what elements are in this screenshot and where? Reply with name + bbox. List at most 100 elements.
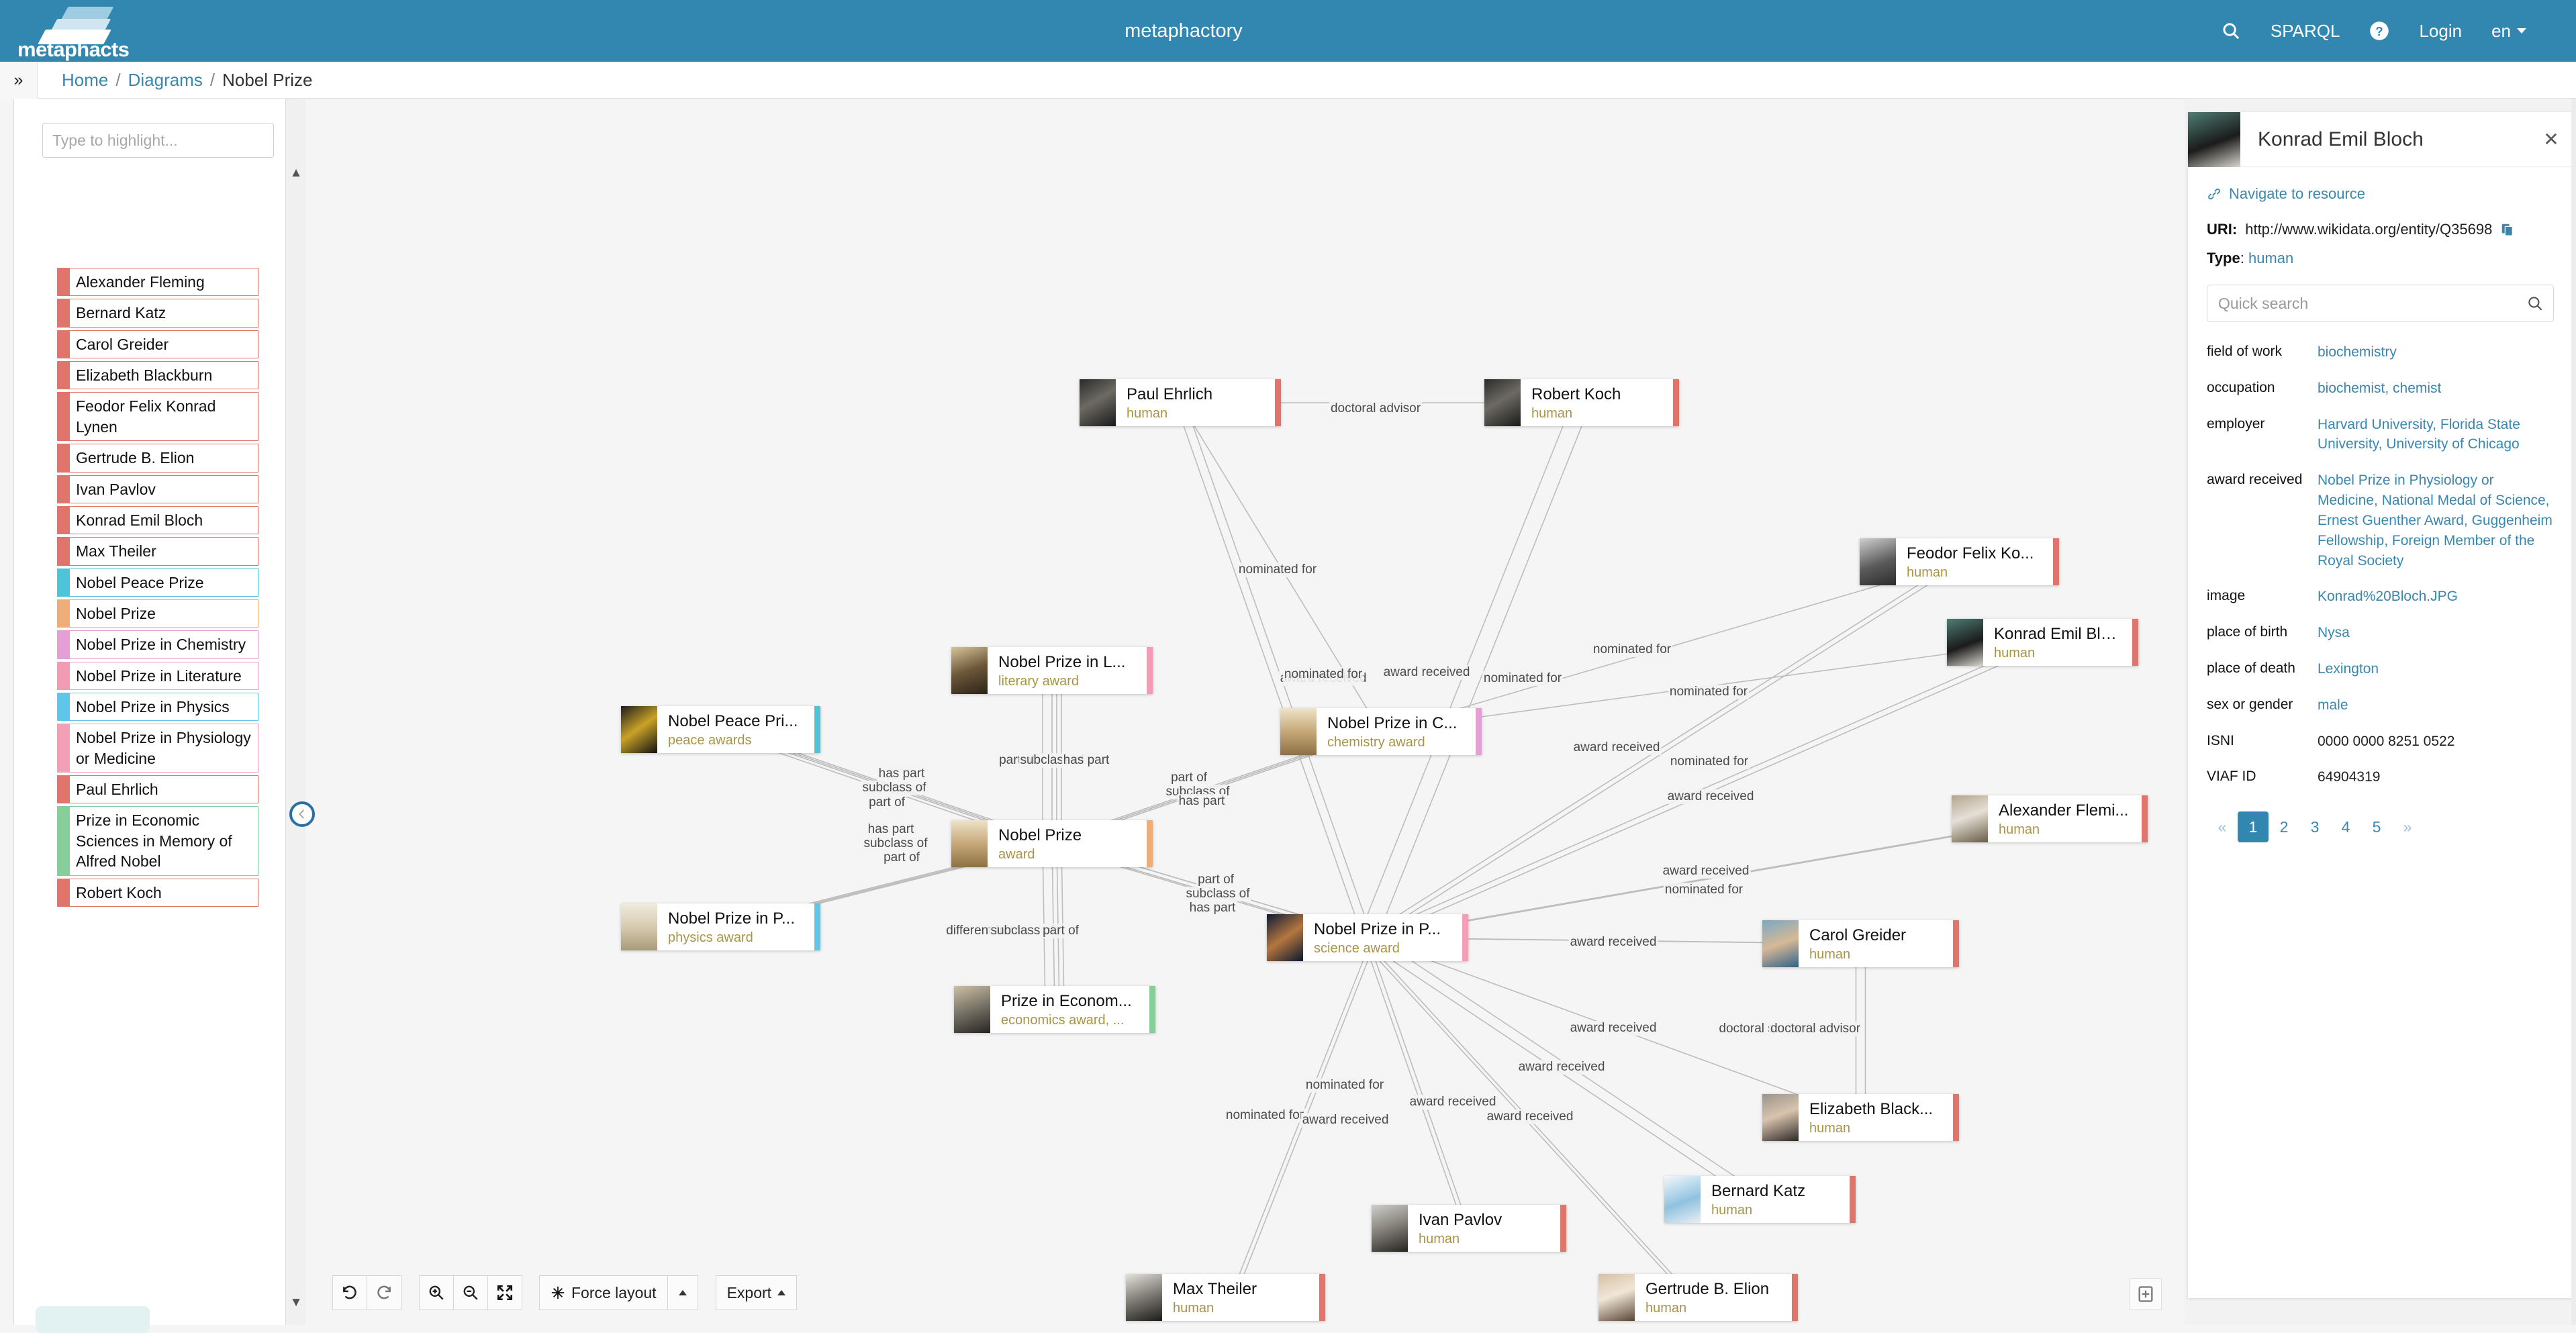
graph-node[interactable]: Ivan Pavlov human xyxy=(1372,1205,1566,1252)
pagination-page-4[interactable]: 4 xyxy=(2330,811,2361,842)
zoom-out-icon[interactable] xyxy=(453,1275,488,1310)
collapse-panel-handle[interactable] xyxy=(289,801,315,827)
graph-node[interactable]: Bernard Katz human xyxy=(1664,1176,1856,1223)
zoom-in-icon[interactable] xyxy=(419,1275,454,1310)
property-value[interactable]: biochemistry xyxy=(2318,342,2554,362)
help-icon[interactable]: ? xyxy=(2354,0,2404,62)
layout-dropdown-toggle[interactable] xyxy=(667,1275,698,1310)
graph-node[interactable]: Elizabeth Black... human xyxy=(1762,1094,1959,1141)
sparql-link[interactable]: SPARQL xyxy=(2256,0,2355,62)
legend-item[interactable]: Konrad Emil Bloch xyxy=(57,505,258,535)
pagination: «1 2 3 4 5» xyxy=(2207,811,2554,856)
navigate-to-resource-link[interactable]: Navigate to resource xyxy=(2207,185,2554,203)
legend-item[interactable]: Nobel Prize in Literature xyxy=(57,661,258,691)
pagination-page-1[interactable]: 1 xyxy=(2238,811,2269,843)
breadcrumb-home[interactable]: Home xyxy=(62,70,108,91)
graph-node[interactable]: Feodor Felix Ko... human xyxy=(1860,538,2059,585)
legend-item[interactable]: Paul Ehrlich xyxy=(57,775,258,804)
graph-node[interactable]: Prize in Econom... economics award, ... xyxy=(954,986,1155,1033)
expand-icon[interactable] xyxy=(487,1275,522,1310)
legend-item[interactable]: Nobel Prize xyxy=(57,599,258,628)
legend-item[interactable]: Feodor Felix Konrad Lynen xyxy=(57,392,258,442)
property-row: occupation biochemist, chemist xyxy=(2207,379,2554,399)
pagination-page-3[interactable]: 3 xyxy=(2299,811,2330,842)
export-button[interactable]: Export xyxy=(715,1275,798,1310)
legend-item-label: Nobel Prize in Physics xyxy=(70,693,258,722)
pagination-page-5[interactable]: 5 xyxy=(2361,811,2392,842)
legend-item[interactable]: Ivan Pavlov xyxy=(57,475,258,503)
force-layout-button[interactable]: Force layout xyxy=(539,1275,668,1310)
legend-item[interactable]: Elizabeth Blackburn xyxy=(57,361,258,390)
graph-node[interactable]: Nobel Prize in P... science award xyxy=(1267,914,1468,961)
property-value[interactable]: Harvard University, Florida State Univer… xyxy=(2318,415,2554,455)
edge-label: award received xyxy=(1300,1113,1390,1128)
fit-to-screen-icon[interactable] xyxy=(2130,1278,2162,1310)
scroll-up-icon[interactable]: ▲ xyxy=(286,163,306,183)
property-value[interactable]: Nysa xyxy=(2318,623,2554,643)
history-group xyxy=(332,1275,401,1310)
brand-logo[interactable]: metaphacts xyxy=(0,0,161,62)
legend-item[interactable]: Carol Greider xyxy=(57,330,258,359)
pagination-page-2[interactable]: 2 xyxy=(2269,811,2299,842)
pagination-next[interactable]: » xyxy=(2392,811,2423,842)
language-selector[interactable]: en xyxy=(2477,0,2541,62)
graph-node[interactable]: Nobel Peace Pri... peace awards xyxy=(621,706,820,753)
node-label: Ivan Pavlov xyxy=(1419,1211,1502,1228)
legend-item[interactable]: Prize in Economic Sciences in Memory of … xyxy=(57,806,258,876)
node-type: human xyxy=(1173,1301,1214,1316)
legend-item[interactable]: Nobel Peace Prize xyxy=(57,568,258,597)
legend-item[interactable]: Nobel Prize in Physiology or Medicine xyxy=(57,724,258,773)
graph-node[interactable]: Nobel Prize in L... literary award xyxy=(951,647,1153,694)
breadcrumb-diagrams[interactable]: Diagrams xyxy=(128,70,203,91)
search-icon[interactable] xyxy=(2206,0,2256,62)
graph-node[interactable]: Alexander Flemi... human xyxy=(1952,795,2148,842)
graph-node[interactable]: Konrad Emil Blo... human xyxy=(1947,619,2138,666)
diagram-surface[interactable]: Paul Ehrlich human Robert Koch human Feodor … xyxy=(305,99,2185,1325)
edge-label: part of xyxy=(1041,924,1080,938)
sidebar-toggle-button[interactable]: » xyxy=(0,61,38,99)
node-label: Alexander Flemi... xyxy=(1999,801,2129,819)
close-icon[interactable]: ✕ xyxy=(2530,128,2573,150)
panel-scrollbar[interactable] xyxy=(2571,99,2576,1325)
property-value[interactable]: Lexington xyxy=(2318,659,2554,679)
legend-item[interactable]: Bernard Katz xyxy=(57,299,258,328)
legend-item[interactable]: Alexander Fleming xyxy=(57,268,258,297)
legend-item[interactable]: Nobel Prize in Physics xyxy=(57,693,258,722)
property-value[interactable]: biochemist, chemist xyxy=(2318,379,2554,399)
graph-node[interactable]: Nobel Prize in C... chemistry award xyxy=(1280,708,1482,755)
graph-node[interactable]: Gertrude B. Elion human xyxy=(1599,1274,1798,1321)
login-button[interactable]: Login xyxy=(2404,0,2477,62)
search-input[interactable] xyxy=(2217,293,2526,313)
graph-node[interactable]: Paul Ehrlich human xyxy=(1080,379,1281,426)
pagination-prev[interactable]: « xyxy=(2207,811,2238,842)
diagram-canvas[interactable]: Paul Ehrlich human Robert Koch human Feodor … xyxy=(305,99,2185,1325)
type-value[interactable]: human xyxy=(2248,250,2293,266)
legend-scrollbar[interactable]: ▲ ▼ xyxy=(285,99,305,1325)
legend-item[interactable]: Max Theiler xyxy=(57,537,258,566)
property-value[interactable]: Konrad%20Bloch.JPG xyxy=(2318,587,2554,607)
undo-icon[interactable] xyxy=(332,1275,367,1310)
graph-node[interactable]: Max Theiler human xyxy=(1126,1274,1325,1321)
chevron-left-icon xyxy=(298,809,304,819)
redo-icon[interactable] xyxy=(367,1275,401,1310)
breadcrumb-bar: » Home / Diagrams / Nobel Prize xyxy=(0,61,2576,99)
legend-item-label: Bernard Katz xyxy=(70,299,258,328)
quick-search[interactable] xyxy=(2207,285,2554,322)
graph-node[interactable]: Nobel Prize in P... physics award xyxy=(621,903,820,950)
graph-node[interactable]: Robert Koch human xyxy=(1484,379,1679,426)
highlight-input[interactable] xyxy=(42,123,274,158)
property-value[interactable]: Nobel Prize in Physiology or Medicine, N… xyxy=(2318,471,2554,571)
legend-item[interactable]: Nobel Prize in Chemistry xyxy=(57,630,258,659)
node-type: physics award xyxy=(668,930,753,945)
graph-node[interactable]: Nobel Prize award xyxy=(951,820,1153,867)
copy-icon[interactable] xyxy=(2500,222,2515,237)
edge-label: award received xyxy=(1517,1060,1607,1075)
node-type: chemistry award xyxy=(1327,735,1425,750)
legend-item[interactable]: Gertrude B. Elion xyxy=(57,444,258,473)
node-label: Max Theiler xyxy=(1173,1280,1257,1297)
graph-node[interactable]: Carol Greider human xyxy=(1762,920,1959,967)
node-type: award xyxy=(998,847,1035,862)
property-value[interactable]: male xyxy=(2318,695,2554,715)
legend-item[interactable]: Robert Koch xyxy=(57,878,258,907)
scroll-down-icon[interactable]: ▼ xyxy=(286,1293,306,1313)
